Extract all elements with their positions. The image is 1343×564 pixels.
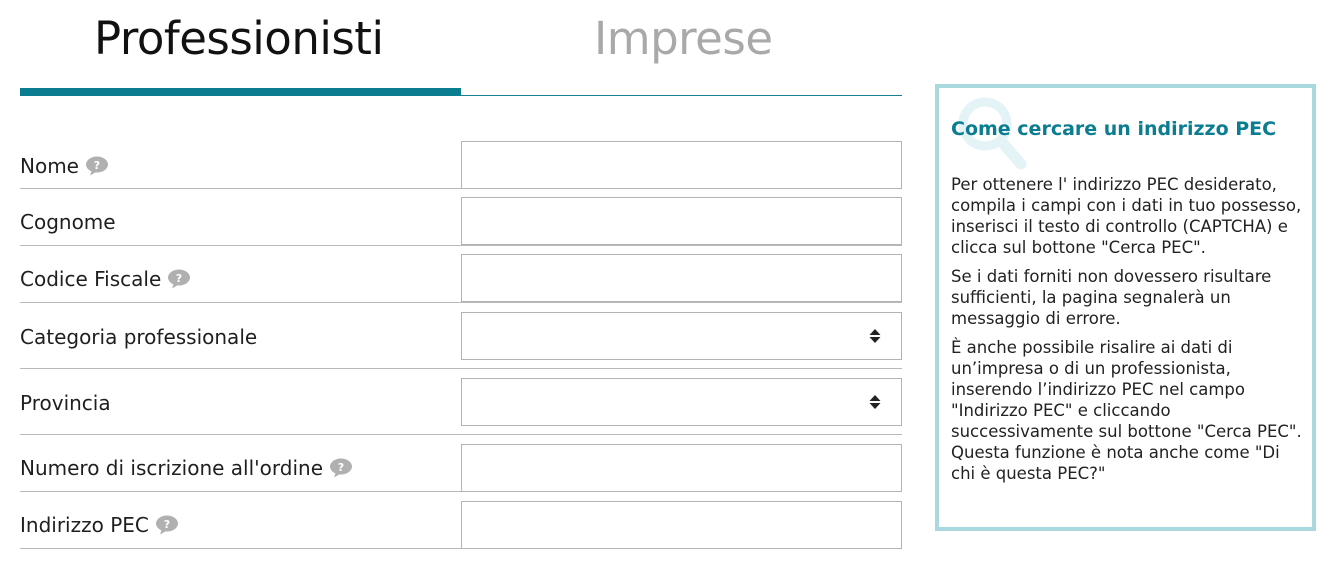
info-paragraph: Per ottenere l' indirizzo PEC desiderato… [951,175,1302,257]
info-paragraph: Se i dati forniti non dovessero risultar… [951,267,1272,328]
form-row-numero-iscrizione: Numero di iscrizione all'ordine ? [20,435,902,492]
svg-text:?: ? [94,159,100,172]
numero-iscrizione-input[interactable] [461,444,902,492]
categoria-professionale-label: Categoria professionale [20,325,258,349]
svg-text:?: ? [164,518,170,531]
svg-text:?: ? [338,461,344,474]
numero-iscrizione-label: Numero di iscrizione all'ordine ? [20,456,353,480]
help-icon[interactable]: ? [155,515,179,535]
info-box: Come cercare un indirizzo PEC Per ottene… [935,84,1316,531]
help-icon[interactable]: ? [329,458,353,478]
info-title: Come cercare un indirizzo PEC [951,118,1277,140]
cognome-input[interactable] [461,197,902,245]
form-row-nome: Nome ? [20,141,902,189]
codice-fiscale-label: Codice Fiscale ? [20,267,191,291]
tab-imprese[interactable]: Imprese [594,12,773,65]
codice-fiscale-input[interactable] [461,254,902,302]
help-icon[interactable]: ? [85,156,109,176]
nome-label: Nome ? [20,154,109,178]
search-form: Nome ? Cognome Codice Fiscale ? Categori… [20,141,902,549]
tab-bar: Professionisti Imprese [20,0,902,96]
nome-input[interactable] [461,141,902,189]
categoria-professionale-select[interactable] [461,312,902,360]
form-row-codice-fiscale: Codice Fiscale ? [20,246,902,303]
sort-arrows-icon [869,329,881,343]
form-row-categoria-professionale: Categoria professionale [20,303,902,369]
form-row-provincia: Provincia [20,369,902,435]
provincia-label: Provincia [20,391,111,415]
svg-text:?: ? [176,272,182,285]
info-body: Per ottenere l' indirizzo PEC desiderato… [951,174,1303,492]
active-tab-indicator [20,88,461,96]
indirizzo-pec-label: Indirizzo PEC ? [20,513,179,537]
form-row-cognome: Cognome [20,189,902,246]
indirizzo-pec-input[interactable] [461,501,902,549]
tab-professionisti[interactable]: Professionisti [94,12,384,65]
help-icon[interactable]: ? [167,269,191,289]
info-paragraph: È anche possibile risalire ai dati di un… [951,338,1302,483]
cognome-label: Cognome [20,210,116,234]
provincia-select[interactable] [461,378,902,426]
sort-arrows-icon [869,395,881,409]
form-row-indirizzo-pec: Indirizzo PEC ? [20,492,902,549]
